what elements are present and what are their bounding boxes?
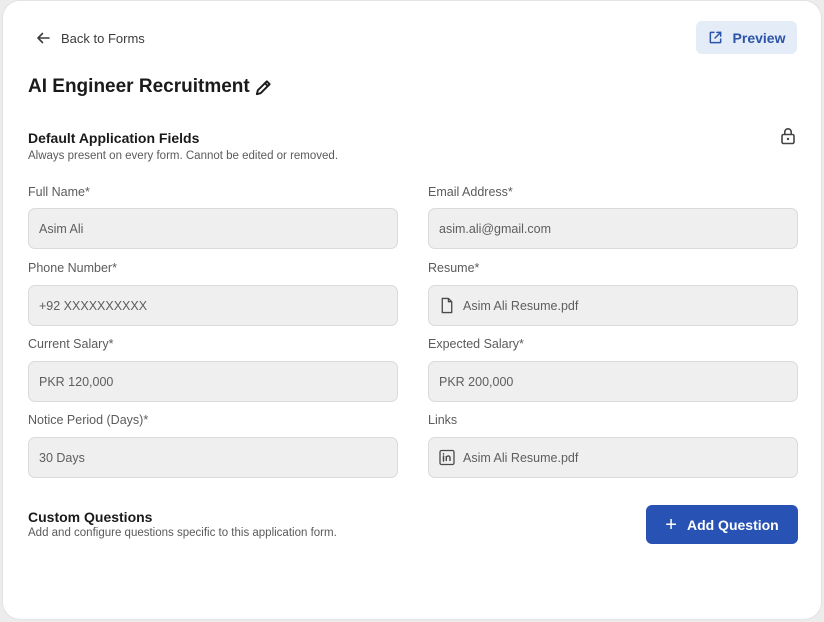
expected-salary-field: PKR 200,000 (428, 361, 798, 402)
pencil-edit-icon[interactable] (254, 78, 273, 97)
full-name-field: Asim Ali (28, 208, 398, 249)
current-salary-field: PKR 120,000 (28, 361, 398, 402)
expected-salary-value: PKR 200,000 (439, 374, 514, 389)
links-field: Asim Ali Resume.pdf (428, 437, 798, 478)
form-title: AI Engineer Recruitment (28, 76, 250, 97)
linkedin-icon (439, 449, 455, 466)
full-name-value: Asim Ali (39, 221, 84, 236)
form-editor-card: Back to Forms Preview AI Engineer Recrui… (2, 0, 822, 620)
notice-period-field: 30 Days (28, 437, 398, 478)
custom-questions-title: Custom Questions (28, 509, 153, 525)
add-question-button[interactable]: + Add Question (646, 505, 798, 544)
external-link-icon (709, 31, 721, 44)
back-to-forms-link[interactable]: Back to Forms (35, 30, 145, 46)
phone-label: Phone Number* (28, 261, 117, 275)
custom-questions-description: Add and configure questions specific to … (28, 527, 337, 539)
email-label: Email Address* (428, 185, 513, 199)
plus-icon: + (665, 513, 677, 536)
default-fields-title: Default Application Fields (28, 130, 200, 146)
back-label: Back to Forms (61, 30, 145, 46)
preview-button[interactable]: Preview (696, 21, 797, 54)
links-value: Asim Ali Resume.pdf (463, 450, 579, 465)
file-icon (441, 297, 453, 314)
arrow-left-icon (37, 32, 50, 44)
current-salary-label: Current Salary* (28, 337, 114, 351)
links-label: Links (428, 413, 458, 427)
add-question-label: Add Question (686, 516, 779, 533)
preview-label: Preview (732, 29, 786, 46)
current-salary-value: PKR 120,000 (39, 374, 114, 389)
resume-label: Resume* (428, 261, 480, 275)
email-value: asim.ali@gmail.com (439, 221, 552, 236)
phone-field: +92 XXXXXXXXXX (28, 285, 398, 326)
expected-salary-label: Expected Salary* (428, 337, 524, 351)
lock-icon (781, 128, 795, 145)
resume-value: Asim Ali Resume.pdf (463, 298, 579, 313)
notice-period-label: Notice Period (Days)* (28, 413, 149, 427)
notice-period-value: 30 Days (39, 450, 85, 465)
email-field: asim.ali@gmail.com (428, 208, 798, 249)
phone-value: +92 XXXXXXXXXX (39, 298, 148, 313)
full-name-label: Full Name* (28, 185, 90, 199)
default-fields-description: Always present on every form. Cannot be … (28, 150, 339, 162)
resume-field: Asim Ali Resume.pdf (428, 285, 798, 326)
